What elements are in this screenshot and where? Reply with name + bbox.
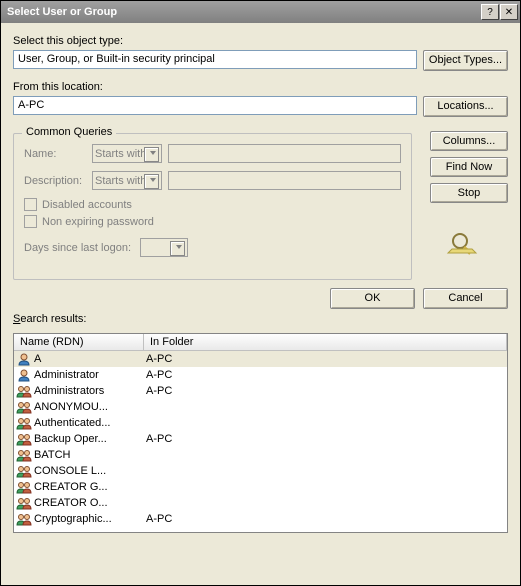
description-label: Description: [24, 175, 86, 187]
table-row[interactable]: CREATOR G... [14, 479, 507, 495]
row-folder: A-PC [146, 433, 507, 445]
row-name: BATCH [34, 449, 146, 461]
ok-button[interactable]: OK [330, 288, 415, 309]
group-icon [16, 480, 32, 494]
grid-header[interactable]: Name (RDN) In Folder [14, 334, 507, 351]
row-folder: A-PC [146, 353, 507, 365]
group-icon [16, 416, 32, 430]
row-name: Administrators [34, 385, 146, 397]
name-input [168, 144, 401, 163]
close-button[interactable]: ✕ [500, 4, 518, 20]
columns-button[interactable]: Columns... [430, 131, 508, 151]
row-name: ANONYMOU... [34, 401, 146, 413]
table-row[interactable]: Authenticated... [14, 415, 507, 431]
name-combo: Starts with [92, 144, 162, 163]
checkbox-icon [24, 198, 37, 211]
find-now-button[interactable]: Find Now [430, 157, 508, 177]
row-folder: A-PC [146, 513, 507, 525]
window-title: Select User or Group [7, 6, 481, 18]
name-label: Name: [24, 148, 86, 160]
location-field[interactable]: A-PC [13, 96, 417, 115]
non-expiring-checkbox: Non expiring password [24, 215, 401, 228]
user-icon [16, 368, 32, 382]
group-icon [16, 464, 32, 478]
table-row[interactable]: Backup Oper...A-PC [14, 431, 507, 447]
row-name: Administrator [34, 369, 146, 381]
chevron-down-icon [176, 245, 182, 249]
user-icon [16, 352, 32, 366]
row-name: CONSOLE L... [34, 465, 146, 477]
grid-body[interactable]: AA-PCAdministratorA-PCAdministratorsA-PC… [14, 351, 507, 532]
titlebar: Select User or Group ? ✕ [1, 1, 520, 23]
table-row[interactable]: AA-PC [14, 351, 507, 367]
table-row[interactable]: ANONYMOU... [14, 399, 507, 415]
disabled-accounts-checkbox: Disabled accounts [24, 198, 401, 211]
location-label: From this location: [13, 81, 508, 93]
locations-button[interactable]: Locations... [423, 96, 508, 117]
column-name[interactable]: Name (RDN) [14, 334, 144, 350]
description-combo: Starts with [92, 171, 162, 190]
chevron-down-icon [150, 178, 156, 182]
description-input [168, 171, 401, 190]
row-name: Authenticated... [34, 417, 146, 429]
table-row[interactable]: BATCH [14, 447, 507, 463]
row-name: CREATOR O... [34, 497, 146, 509]
table-row[interactable]: CREATOR O... [14, 495, 507, 511]
object-type-label: Select this object type: [13, 35, 508, 47]
chevron-down-icon [150, 151, 156, 155]
object-type-field[interactable]: User, Group, or Built-in security princi… [13, 50, 417, 69]
stop-button[interactable]: Stop [430, 183, 508, 203]
group-icon [16, 432, 32, 446]
table-row[interactable]: AdministratorA-PC [14, 367, 507, 383]
table-row[interactable]: CONSOLE L... [14, 463, 507, 479]
checkbox-icon [24, 215, 37, 228]
group-icon [16, 448, 32, 462]
table-row[interactable]: AdministratorsA-PC [14, 383, 507, 399]
object-types-button[interactable]: Object Types... [423, 50, 508, 71]
group-icon [16, 496, 32, 510]
table-row[interactable]: Cryptographic...A-PC [14, 511, 507, 527]
group-icon [16, 400, 32, 414]
row-name: CREATOR G... [34, 481, 146, 493]
common-queries-group: Common Queries Name: Starts with Descrip… [13, 133, 412, 280]
row-name: Cryptographic... [34, 513, 146, 525]
row-name: Backup Oper... [34, 433, 146, 445]
results-grid[interactable]: Name (RDN) In Folder AA-PCAdministratorA… [13, 333, 508, 533]
group-icon [16, 384, 32, 398]
column-folder[interactable]: In Folder [144, 334, 507, 350]
days-label: Days since last logon: [24, 242, 134, 254]
row-folder: A-PC [146, 385, 507, 397]
days-combo [140, 238, 188, 257]
help-button[interactable]: ? [481, 4, 499, 20]
group-icon [16, 512, 32, 526]
row-folder: A-PC [146, 369, 507, 381]
cancel-button[interactable]: Cancel [423, 288, 508, 309]
search-results-label: Search results: [13, 313, 508, 325]
search-icon [446, 229, 482, 257]
row-name: A [34, 353, 146, 365]
common-queries-legend: Common Queries [22, 126, 116, 138]
